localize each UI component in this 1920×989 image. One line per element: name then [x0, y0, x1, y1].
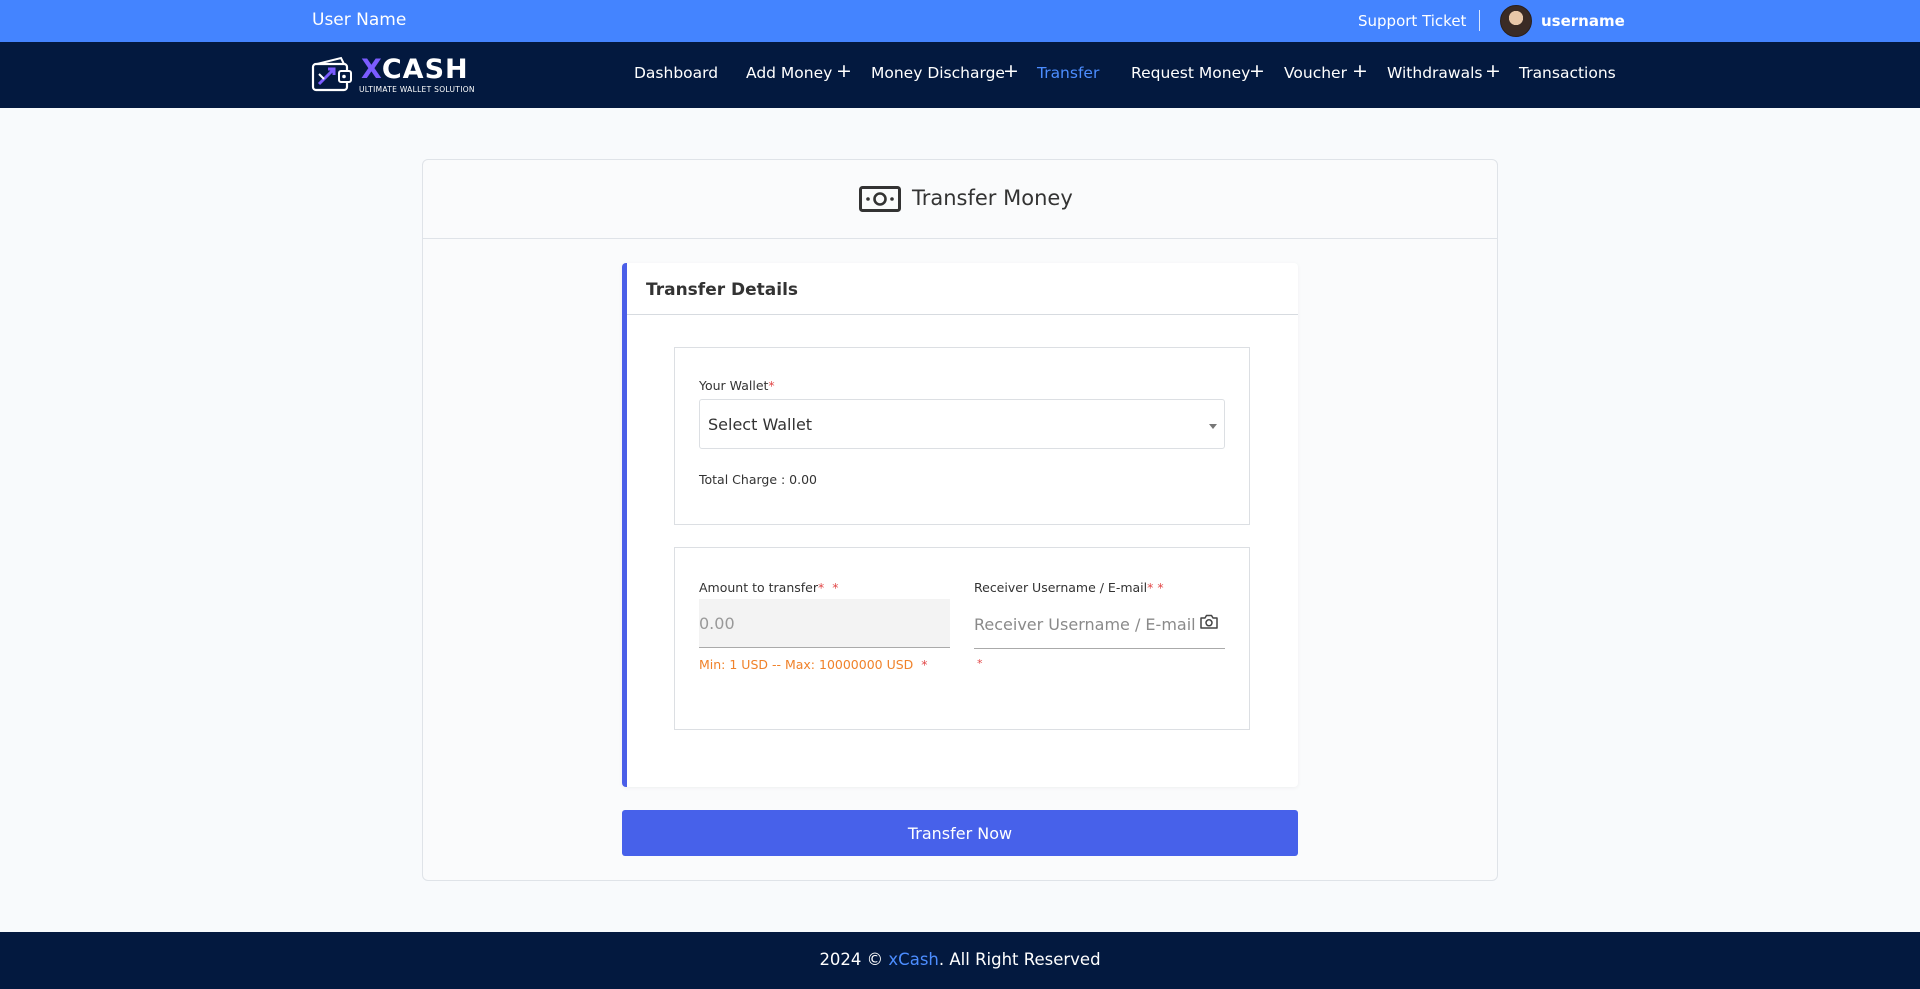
- nav-withdrawals[interactable]: Withdrawals: [1387, 64, 1482, 82]
- details-title: Transfer Details: [646, 280, 799, 300]
- wallet-logo-icon: [311, 56, 352, 92]
- logo[interactable]: XCASH ULTIMATE WALLET SOLUTION: [311, 54, 491, 96]
- amount-section: Amount to transfer* * 0.00 Min: 1 USD --…: [674, 547, 1250, 730]
- nav-money-discharge-expand-icon[interactable]: +: [1003, 60, 1019, 82]
- transfer-card: Transfer Money Transfer Details Your Wal…: [422, 159, 1498, 881]
- transfer-now-button[interactable]: Transfer Now: [622, 810, 1298, 856]
- wallet-select-value: Select Wallet: [708, 415, 813, 434]
- nav-voucher[interactable]: Voucher: [1284, 64, 1347, 82]
- amount-limits-text: Min: 1 USD -- Max: 10000000 USD *: [699, 657, 928, 672]
- money-icon: [859, 186, 901, 212]
- copyright-text: 2024 © xCash. All Right Reserved: [819, 950, 1101, 969]
- receiver-input[interactable]: Receiver Username / E-mail: [974, 599, 1225, 649]
- camera-icon[interactable]: [1200, 614, 1218, 629]
- required-mark: *: [768, 378, 775, 393]
- wallet-section: Your Wallet* Select Wallet Total Charge …: [674, 347, 1250, 525]
- wallet-select[interactable]: Select Wallet: [699, 399, 1225, 449]
- wallet-label: Your Wallet*: [699, 378, 775, 393]
- footer-brand-link[interactable]: xCash: [888, 950, 938, 969]
- logo-tagline: ULTIMATE WALLET SOLUTION: [359, 85, 475, 94]
- amount-placeholder: 0.00: [699, 614, 735, 633]
- card-header: Transfer Money: [423, 160, 1497, 239]
- nav-money-discharge[interactable]: Money Discharge: [871, 64, 1005, 82]
- nav-transactions[interactable]: Transactions: [1519, 64, 1616, 82]
- receiver-placeholder: Receiver Username / E-mail: [974, 615, 1196, 634]
- details-header: Transfer Details: [627, 263, 1298, 315]
- total-charge-text: Total Charge : 0.00: [699, 472, 818, 487]
- amount-label: Amount to transfer* *: [699, 580, 839, 595]
- top-bar: User Name Support Ticket username: [0, 0, 1920, 42]
- nav-dashboard[interactable]: Dashboard: [634, 64, 718, 82]
- receiver-required-mark: *: [977, 657, 983, 670]
- nav-add-money-expand-icon[interactable]: +: [836, 60, 852, 82]
- amount-input[interactable]: 0.00: [699, 599, 950, 648]
- nav-add-money[interactable]: Add Money: [746, 64, 832, 82]
- receiver-label: Receiver Username / E-mail* *: [974, 580, 1164, 595]
- page-title: Transfer Money: [912, 186, 1073, 210]
- username-menu[interactable]: username: [1541, 12, 1625, 30]
- main-navbar: XCASH ULTIMATE WALLET SOLUTION Dashboard…: [0, 42, 1920, 108]
- nav-withdrawals-expand-icon[interactable]: +: [1485, 60, 1501, 82]
- footer: 2024 © xCash. All Right Reserved: [0, 932, 1920, 989]
- nav-transfer[interactable]: Transfer: [1037, 64, 1099, 82]
- avatar[interactable]: [1500, 5, 1532, 37]
- chevron-down-icon: [1209, 424, 1217, 429]
- nav-request-money-expand-icon[interactable]: +: [1249, 60, 1265, 82]
- user-name-text: User Name: [312, 10, 407, 30]
- transfer-details-panel: Transfer Details Your Wallet* Select Wal…: [622, 263, 1298, 787]
- nav-voucher-expand-icon[interactable]: +: [1352, 60, 1368, 82]
- logo-wordmark: XCASH: [361, 54, 469, 85]
- support-ticket-link[interactable]: Support Ticket: [1358, 12, 1466, 30]
- nav-request-money[interactable]: Request Money: [1131, 64, 1250, 82]
- divider: [1479, 10, 1480, 31]
